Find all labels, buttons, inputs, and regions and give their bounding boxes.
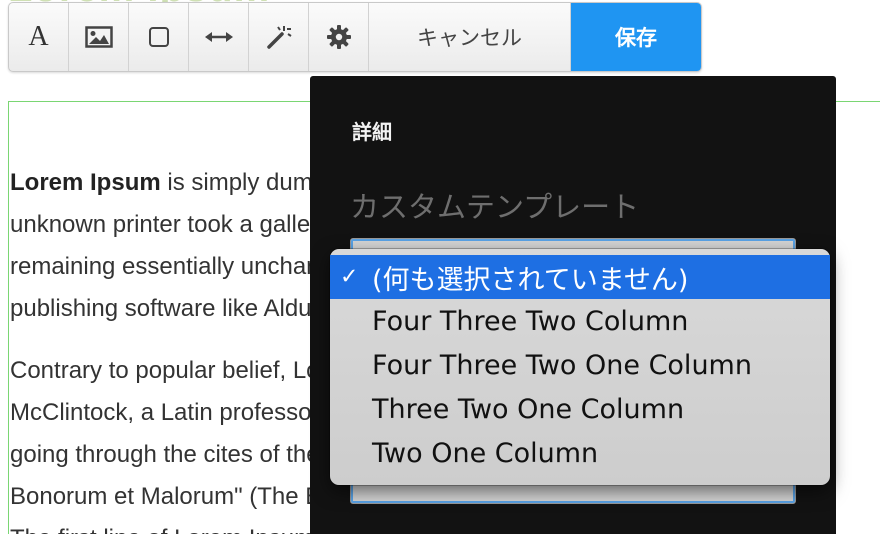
cancel-button[interactable]: キャンセル <box>369 3 571 71</box>
dropdown-option-label: Two One Column <box>372 437 599 469</box>
effects-button[interactable] <box>249 3 309 71</box>
square-icon <box>148 27 169 47</box>
dropdown-option[interactable]: Four Three Two Column <box>330 299 830 343</box>
checkmark-icon: ✓ <box>340 264 359 290</box>
gear-icon <box>326 25 351 49</box>
insert-image-button[interactable] <box>69 3 129 71</box>
dropdown-option-label: Four Three Two One Column <box>372 349 752 381</box>
magic-wand-icon <box>266 26 292 49</box>
resize-horizontal-icon <box>204 32 233 42</box>
text-style-button[interactable]: A <box>9 3 69 71</box>
editor-toolbar: A キャンセル 保存 <box>8 2 702 72</box>
panel-title: 詳細 <box>352 120 392 144</box>
dropdown-option[interactable]: Four Three Two One Column <box>330 343 830 387</box>
dropdown-option-label: Three Two One Column <box>372 393 685 425</box>
image-icon <box>84 26 113 48</box>
bold-term: Lorem Ipsum <box>10 169 161 196</box>
dropdown-option-none[interactable]: ✓ (何も選択されていません) <box>330 255 830 299</box>
dropdown-option-label: Four Three Two Column <box>372 305 689 337</box>
dropdown-option[interactable]: Three Two One Column <box>330 387 830 431</box>
custom-template-label: カスタムテンプレート <box>350 190 640 224</box>
template-dropdown-menu: ✓ (何も選択されていません) Four Three Two Column Fo… <box>330 249 830 485</box>
box-button[interactable] <box>129 3 189 71</box>
dropdown-option[interactable]: Two One Column <box>330 431 830 475</box>
text-icon: A <box>28 21 49 52</box>
width-button[interactable] <box>189 3 249 71</box>
settings-button[interactable] <box>309 3 369 71</box>
save-button[interactable]: 保存 <box>571 3 701 71</box>
dropdown-option-label: (何も選択されていません) <box>372 264 689 296</box>
